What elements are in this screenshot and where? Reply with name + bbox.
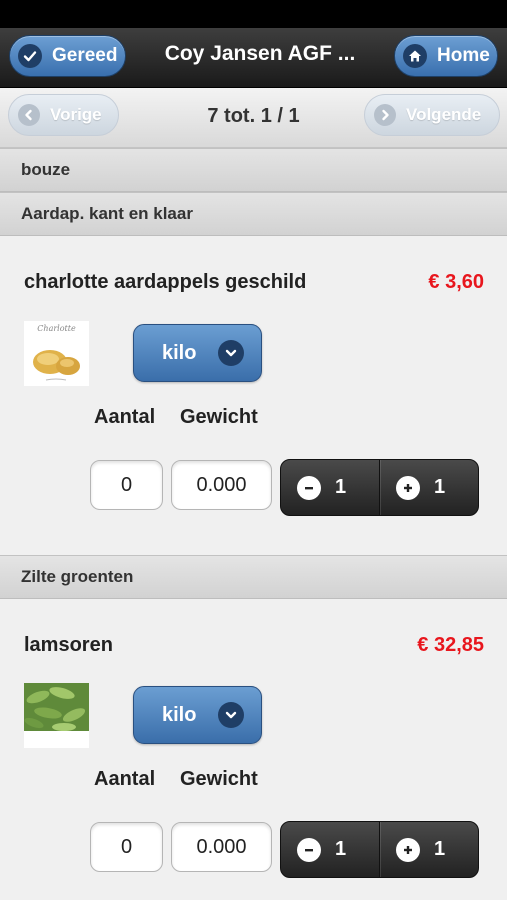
minus-icon (297, 837, 321, 862)
product-price: € 32,85 (417, 634, 484, 656)
header-bar: Gereed Coy Jansen AGF ... Home (0, 28, 507, 88)
product-image: Charlotte (24, 321, 89, 386)
next-button[interactable]: Volgende (364, 94, 500, 136)
chevron-left-icon (18, 104, 40, 126)
home-label: Home (437, 45, 490, 66)
status-bar (0, 0, 507, 28)
quantity-stepper: 1 1 (280, 821, 479, 878)
quantity-label: Aantal (94, 768, 156, 790)
decrement-button[interactable]: 1 (281, 460, 379, 515)
home-icon (403, 44, 427, 68)
pager-status: 7 tot. 1 / 1 (207, 105, 300, 127)
chevron-right-icon (374, 104, 396, 126)
weight-input[interactable]: 0.000 (171, 460, 272, 510)
quantity-label: Aantal (94, 406, 156, 428)
minus-icon (297, 475, 321, 500)
home-button[interactable]: Home (394, 35, 498, 77)
unit-value: kilo (162, 703, 197, 726)
page-title: Coy Jansen AGF ... (164, 42, 356, 65)
quantity-input[interactable]: 0 (90, 460, 163, 510)
quantity-stepper: 1 1 (280, 459, 479, 516)
chevron-down-icon (218, 340, 244, 366)
greens-illustration (24, 683, 89, 731)
done-button[interactable]: Gereed (9, 35, 126, 77)
plus-icon (396, 837, 420, 862)
decrement-value: 1 (335, 838, 347, 860)
product-price: € 3,60 (428, 271, 484, 293)
prev-button[interactable]: Vorige (8, 94, 119, 136)
decrement-value: 1 (335, 476, 347, 498)
weight-label: Gewicht (180, 406, 258, 428)
unit-select[interactable]: kilo (133, 324, 262, 382)
category-header: bouze (0, 148, 507, 192)
product-image (24, 683, 89, 748)
potato-illustration (33, 350, 80, 381)
product-name: lamsoren (24, 634, 113, 656)
unit-value: kilo (162, 341, 197, 364)
pager-bar: Vorige 7 tot. 1 / 1 Volgende (0, 88, 507, 148)
decrement-button[interactable]: 1 (281, 822, 379, 877)
product-name: charlotte aardappels geschild (24, 271, 307, 293)
weight-label: Gewicht (180, 768, 258, 790)
increment-button[interactable]: 1 (379, 460, 478, 515)
plus-icon (396, 475, 420, 500)
weight-input[interactable]: 0.000 (171, 822, 272, 872)
increment-value: 1 (434, 476, 446, 498)
thumb-caption: Charlotte (37, 324, 76, 333)
check-icon (18, 44, 42, 68)
group-header: Aardap. kant en klaar (0, 192, 507, 236)
increment-value: 1 (434, 838, 446, 860)
chevron-down-icon (218, 702, 244, 728)
unit-select[interactable]: kilo (133, 686, 262, 744)
quantity-input[interactable]: 0 (90, 822, 163, 872)
next-label: Volgende (406, 105, 482, 124)
prev-label: Vorige (50, 105, 102, 124)
increment-button[interactable]: 1 (379, 822, 478, 877)
done-label: Gereed (52, 45, 118, 66)
group-header: Zilte groenten (0, 555, 507, 599)
